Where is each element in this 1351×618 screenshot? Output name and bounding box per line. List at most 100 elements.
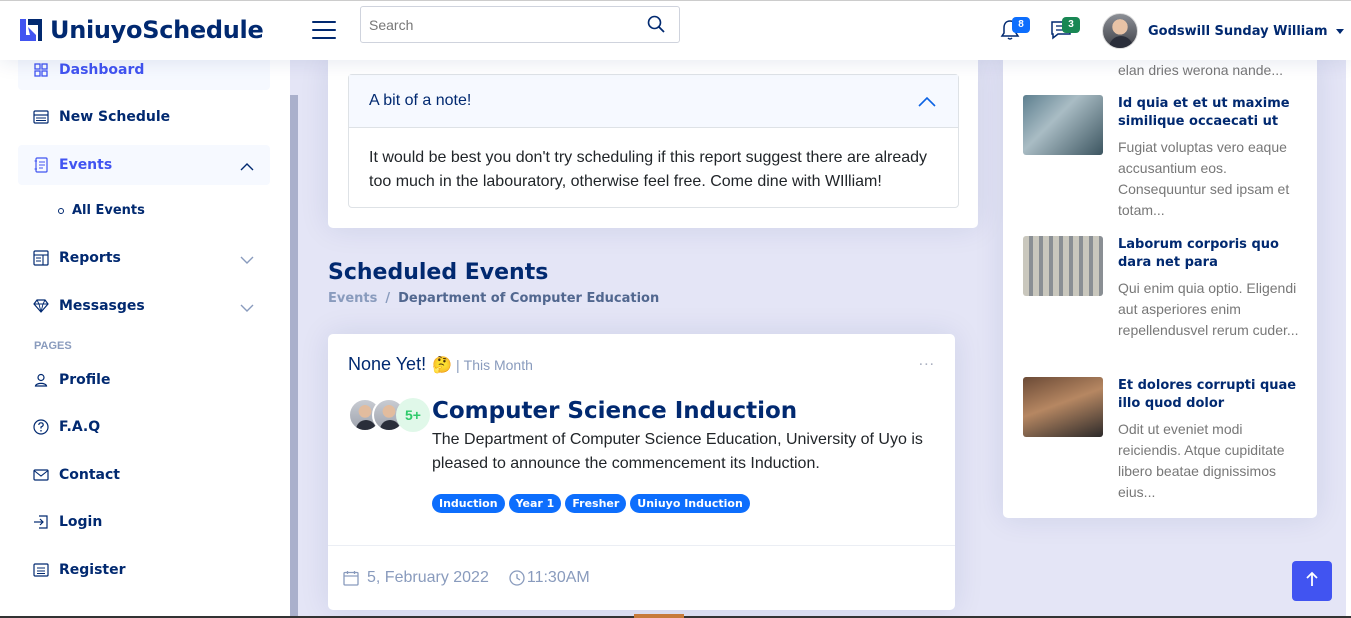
accordion-header[interactable]: A bit of a note! <box>349 75 958 128</box>
news-excerpt: Fugiat voluptas vero eaque accusantium e… <box>1118 139 1290 218</box>
news-excerpt: Odit ut eveniet modi reiciendis. Atque c… <box>1118 421 1285 500</box>
top-header: UniuyoSchedule 8 3 Godswill Sunday Willi… <box>0 0 1351 60</box>
chevron-down-icon <box>240 252 254 270</box>
gem-icon <box>33 298 49 314</box>
sidebar-item-label: New Schedule <box>59 109 171 125</box>
news-card: elan dries werona nande... Id quia et et… <box>1003 60 1317 518</box>
logo-icon <box>18 17 44 43</box>
sidebar-item-login[interactable]: Login <box>18 502 270 542</box>
sidebar-item-reports[interactable]: Reports <box>18 238 270 278</box>
question-circle-icon <box>33 419 49 435</box>
messages-chat-icon[interactable]: 3 <box>1050 17 1080 45</box>
sidebar-item-new-schedule[interactable]: New Schedule <box>18 97 270 137</box>
notifications-badge: 8 <box>1012 17 1030 33</box>
calendar-icon <box>343 570 359 586</box>
envelope-icon <box>33 467 49 483</box>
sidebar-item-events[interactable]: Events <box>18 145 270 185</box>
tag-badge[interactable]: Fresher <box>565 494 627 513</box>
sidebar-item-register[interactable]: Register <box>18 550 270 590</box>
sidebar-item-contact[interactable]: Contact <box>18 455 270 495</box>
news-title-link[interactable]: Id quia et et ut maxime similique occaec… <box>1118 95 1303 131</box>
box-arrow-in-right-icon <box>33 514 49 530</box>
event-date: 5, February 2022 <box>367 569 489 586</box>
sidebar-item-label: Contact <box>59 467 120 483</box>
user-name: Godswill Sunday William <box>1148 23 1328 39</box>
attendees-more-badge: 5+ <box>396 398 430 432</box>
sidebar-item-label: Reports <box>59 250 121 266</box>
sidebar-item-label: Messasges <box>59 298 145 314</box>
search-bar <box>360 6 680 43</box>
event-title: Computer Science Induction <box>432 398 798 424</box>
note-card: A bit of a note! It would be best you do… <box>328 60 978 228</box>
logo-text: UniuyoSchedule <box>50 16 264 44</box>
grid-icon <box>33 62 49 78</box>
event-tags: Induction Year 1 Fresher Uniuyo Inductio… <box>432 494 754 513</box>
sidebar-item-profile[interactable]: Profile <box>18 360 270 400</box>
more-options-icon[interactable]: ... <box>919 352 935 370</box>
note-accordion: A bit of a note! It would be best you do… <box>348 74 959 208</box>
sidebar-subitem-label: All Events <box>72 203 145 218</box>
user-profile-dropdown[interactable]: Godswill Sunday William <box>1102 13 1344 49</box>
event-card: None Yet! 🤔 | This Month ... 5+ Computer… <box>328 334 955 610</box>
sidebar-item-label: Profile <box>59 372 111 388</box>
menu-button-icon <box>33 109 49 125</box>
breadcrumb-current: Department of Computer Education <box>398 291 660 306</box>
sidebar-section-heading: Pages <box>34 340 72 352</box>
logo[interactable]: UniuyoSchedule <box>18 16 264 44</box>
event-description: The Department of Computer Science Educa… <box>432 431 923 472</box>
news-excerpt: Qui enim quia optio. Eligendi aut asperi… <box>1118 280 1299 338</box>
breadcrumb: Events / Department of Computer Educatio… <box>328 291 659 306</box>
chevron-up-icon <box>240 159 254 177</box>
chevron-up-icon <box>918 95 936 113</box>
sidebar-toggle-icon[interactable] <box>312 21 336 41</box>
sidebar-item-label: F.A.Q <box>59 419 101 435</box>
search-input[interactable] <box>361 7 631 42</box>
news-title-link[interactable]: Laborum corporis quo dara net para <box>1118 236 1303 272</box>
breadcrumb-link-events[interactable]: Events <box>328 291 377 306</box>
clock-icon <box>509 570 525 586</box>
tag-badge[interactable]: Year 1 <box>508 494 562 513</box>
journal-text-icon <box>33 157 49 173</box>
sidebar-scrollbar[interactable] <box>290 95 298 618</box>
person-icon <box>33 372 49 388</box>
news-thumbnail[interactable] <box>1023 377 1103 437</box>
avatar <box>1102 13 1138 49</box>
thinking-face-icon: 🤔 <box>432 356 452 374</box>
sidebar-item-label: Events <box>59 157 113 173</box>
messages-badge: 3 <box>1062 17 1080 33</box>
notifications-bell-icon[interactable]: 8 <box>1000 17 1030 45</box>
news-title-link[interactable]: Et dolores corrupti quae illo quod dolor <box>1118 377 1303 413</box>
event-period: This Month <box>463 356 533 373</box>
layout-text-window-icon <box>33 250 49 266</box>
event-card-header: None Yet! 🤔 | This Month <box>348 354 533 375</box>
breadcrumb-separator: / <box>385 291 391 306</box>
tag-badge[interactable]: Uniuyo Induction <box>630 494 750 513</box>
news-thumbnail[interactable] <box>1023 236 1103 296</box>
page-title: Scheduled Events <box>328 260 549 285</box>
sidebar-item-label: Login <box>59 514 103 530</box>
page-title-block: Scheduled Events Events / Department of … <box>328 260 659 306</box>
search-icon[interactable] <box>647 15 667 35</box>
back-to-top-button[interactable] <box>1292 561 1332 601</box>
accordion-body: It would be best you don't try schedulin… <box>369 149 928 190</box>
sidebar-item-label: Dashboard <box>59 62 145 78</box>
event-time: 11:30AM <box>526 569 590 586</box>
sidebar-subitem-all-events[interactable]: All Events <box>58 203 145 218</box>
taskbar-fragment <box>634 614 684 618</box>
news-thumbnail[interactable] <box>1023 95 1103 155</box>
divider: | <box>456 356 460 373</box>
arrow-up-icon <box>1305 571 1319 592</box>
attendee-avatars: 5+ <box>348 398 430 432</box>
sidebar-item-messages[interactable]: Messasges <box>18 286 270 326</box>
chevron-down-icon <box>240 300 254 318</box>
event-footer: 5, February 2022 11:30AM <box>328 545 955 610</box>
sidebar-item-faq[interactable]: F.A.Q <box>18 407 270 447</box>
circle-icon <box>58 207 64 214</box>
card-list-icon <box>33 562 49 578</box>
accordion-title: A bit of a note! <box>369 92 472 109</box>
event-status: None Yet! <box>348 354 427 374</box>
chevron-down-icon <box>1335 28 1344 34</box>
news-text-fragment: elan dries werona nande... <box>1118 62 1283 78</box>
tag-badge[interactable]: Induction <box>432 494 505 513</box>
page-scrollbar[interactable] <box>1346 60 1351 618</box>
